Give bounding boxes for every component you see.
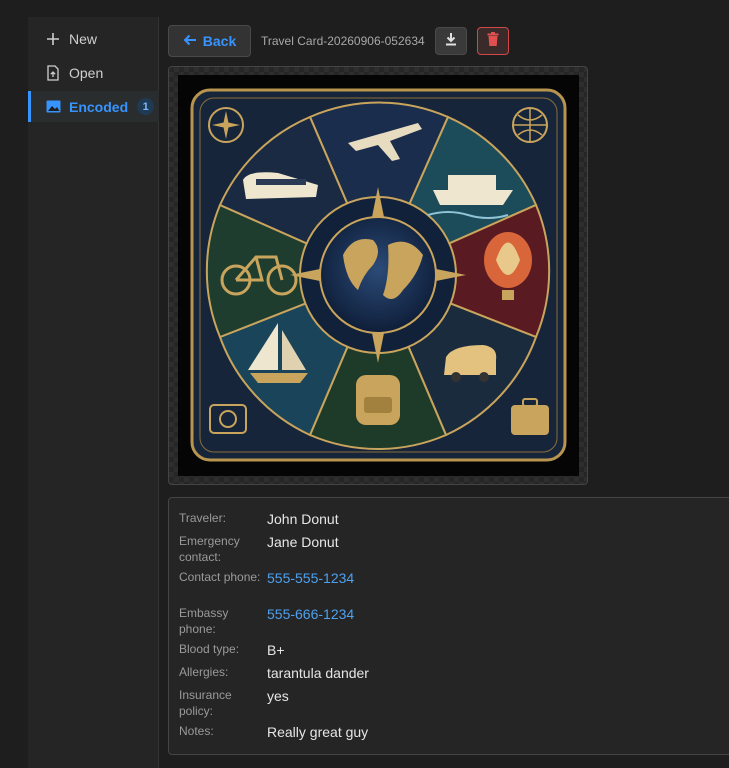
plus-icon <box>44 30 62 48</box>
detail-label: Embassy phone: <box>179 606 229 636</box>
download-icon <box>444 32 458 51</box>
detail-row-embassy-phone: Embassy phone: 555-666-1234 <box>179 605 354 637</box>
detail-row-insurance-policy: Insurance policy: yes <box>179 687 289 719</box>
count-badge: 1 <box>137 98 155 115</box>
detail-label: Emergency contact: <box>179 534 240 564</box>
detail-label: Allergies: <box>179 665 229 679</box>
travel-card-image <box>178 75 579 476</box>
sidebar-item-label: Encoded <box>69 98 129 115</box>
detail-value: John Donut <box>267 511 339 527</box>
detail-value: Jane Donut <box>267 534 339 550</box>
arrow-left-icon <box>183 33 197 49</box>
back-button-label: Back <box>202 33 237 49</box>
detail-label: Notes: <box>179 724 214 738</box>
detail-row-notes: Notes: Really great guy <box>179 723 368 741</box>
detail-label: Blood type: <box>179 642 240 656</box>
sidebar: New Open Encoded 1 <box>28 17 159 768</box>
detail-value: tarantula dander <box>267 665 369 681</box>
embassy-phone-link[interactable]: 555-666-1234 <box>267 605 354 637</box>
detail-label: Contact phone: <box>179 570 261 584</box>
detail-row-emergency-contact: Emergency contact: Jane Donut <box>179 533 339 565</box>
file-name: Travel Card-20260906-052634 <box>261 34 425 48</box>
details-panel: Traveler: John Donut Emergency contact: … <box>168 497 729 755</box>
detail-row-blood-type: Blood type: B+ <box>179 641 285 659</box>
sidebar-item-label: New <box>69 30 98 47</box>
trash-icon <box>487 31 499 51</box>
delete-button[interactable] <box>476 27 509 55</box>
detail-row-traveler: Traveler: John Donut <box>179 510 339 528</box>
sidebar-item-label: Open <box>69 64 104 81</box>
contact-phone-link[interactable]: 555-555-1234 <box>267 569 354 587</box>
detail-value: yes <box>267 688 289 704</box>
main-panel: Back Travel Card-20260906-052634 Travele… <box>160 0 729 768</box>
detail-row-allergies: Allergies: tarantula dander <box>179 664 369 682</box>
detail-value: Really great guy <box>267 724 369 740</box>
sidebar-item-encoded[interactable]: Encoded 1 <box>28 91 159 122</box>
image-icon <box>44 98 62 116</box>
back-button[interactable]: Back <box>168 25 251 57</box>
sidebar-item-open[interactable]: Open <box>28 57 159 88</box>
sidebar-item-new[interactable]: New <box>28 23 159 54</box>
detail-label: Insurance policy: <box>179 688 232 718</box>
detail-row-contact-phone: Contact phone: 555-555-1234 <box>179 569 354 587</box>
detail-value: B+ <box>267 642 285 658</box>
download-button[interactable] <box>434 27 467 55</box>
image-preview-frame <box>168 66 588 485</box>
toolbar: Back Travel Card-20260906-052634 <box>168 25 509 57</box>
open-file-icon <box>44 64 62 82</box>
detail-label: Traveler: <box>179 511 226 525</box>
